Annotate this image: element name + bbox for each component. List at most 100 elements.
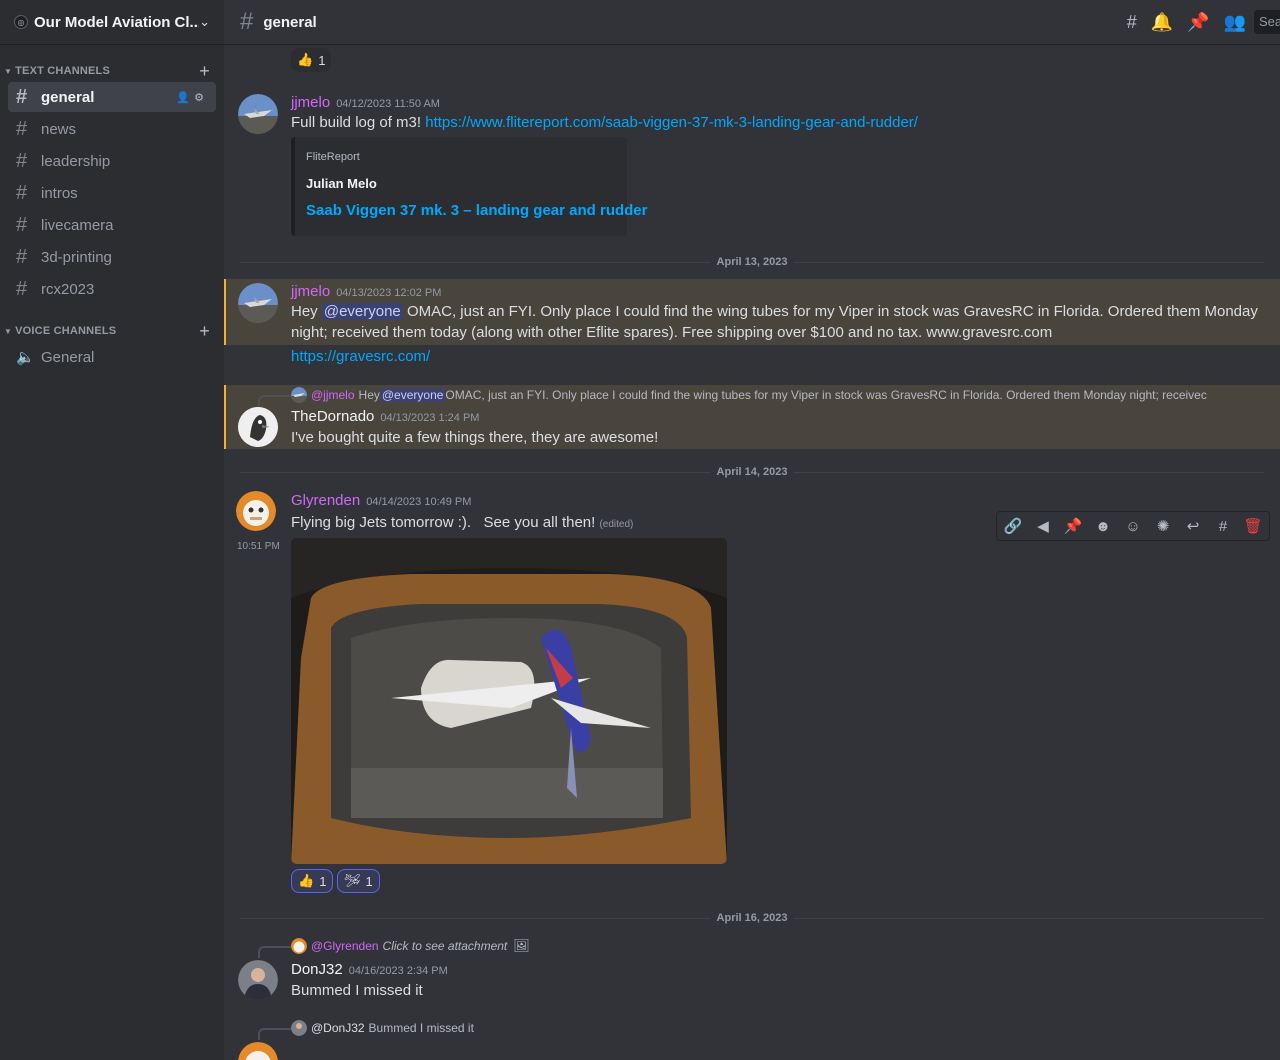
cartoon-avatar-icon: [291, 938, 307, 954]
message-text: Hey: [291, 303, 322, 320]
avatar[interactable]: [238, 407, 278, 447]
person-avatar-icon: [291, 1020, 307, 1036]
pin-icon[interactable]: 📌: [1187, 12, 1209, 33]
reply-preview[interactable]: @DonJ32 Bummed I missed it: [291, 1020, 474, 1036]
reaction-count: 1: [365, 873, 373, 889]
message-list: 👍 1 jjmelo 04/12/2023 11:50 AM Full buil…: [224, 46, 1280, 1060]
category-label: VOICE CHANNELS: [15, 325, 117, 337]
jet-avatar-icon: [238, 94, 278, 134]
category-text-channels[interactable]: ▼ TEXT CHANNELS +: [0, 61, 224, 82]
embed-author: Julian Melo: [306, 176, 377, 191]
date-divider-label: April 13, 2023: [710, 256, 794, 268]
date-divider-label: April 14, 2023: [710, 466, 794, 478]
invite-icon[interactable]: 👤: [176, 92, 194, 104]
timestamp: 04/12/2023 11:50 AM: [336, 98, 440, 110]
server-header[interactable]: ◎ Our Model Aviation Cl... ⌄: [0, 0, 224, 45]
cartoon-avatar-icon: [236, 491, 276, 531]
reply-username[interactable]: @Glyrenden: [311, 939, 379, 953]
channel-rcx2023[interactable]: # rcx2023: [8, 274, 216, 304]
category-voice-channels[interactable]: ▼ VOICE CHANNELS +: [0, 321, 224, 342]
message-text: Bummed I missed it: [291, 982, 423, 999]
members-icon[interactable]: 👥: [1224, 12, 1246, 33]
message-action-toolbar: 🔗 ◀ 📌 ☻ ☺ ✺ ↩ # 🗑: [996, 511, 1270, 541]
channel-livecamera[interactable]: # livecamera: [8, 210, 216, 240]
search-input[interactable]: Sea: [1254, 10, 1280, 34]
message-text: Flying big Jets tomorrow :). See you all…: [291, 514, 600, 531]
embed-title-link[interactable]: Saab Viggen 37 mk. 3 – landing gear and …: [306, 202, 648, 219]
avatar[interactable]: [236, 491, 276, 531]
date-divider: April 13, 2023: [240, 256, 1264, 268]
reply-preview[interactable]: @Glyrenden Click to see attachment 🖼: [291, 938, 530, 954]
jet-avatar-icon: [238, 283, 278, 323]
super-reaction-icon[interactable]: ☺: [1121, 518, 1145, 535]
trash-icon[interactable]: 🗑: [1241, 517, 1265, 535]
reply-text: Hey: [358, 388, 380, 402]
channel-3d-printing[interactable]: #3d-printing: [8, 242, 216, 272]
message-text: Full build log of m3!: [291, 114, 426, 131]
discord-app: ◎ Our Model Aviation Cl... ⌄ ▼ TEXT CHAN…: [0, 0, 1280, 1060]
message-header: jjmelo 04/12/2023 11:50 AM: [291, 94, 440, 111]
add-reaction-icon[interactable]: ☻: [1091, 518, 1115, 535]
channel-intros[interactable]: # intros: [8, 178, 216, 208]
channel-label: leadership: [41, 152, 111, 170]
everyone-mention[interactable]: @everyone: [321, 303, 403, 320]
message-header: jjmelo 04/13/2023 12:02 PM: [291, 283, 441, 300]
jets-in-car-image: [291, 538, 727, 864]
channel-leadership[interactable]: # leadership: [8, 146, 216, 176]
caret-icon: ▼: [4, 326, 13, 336]
avatar[interactable]: [238, 1042, 278, 1060]
message-header: Glyrenden 04/14/2023 10:49 PM: [291, 492, 471, 509]
forward-icon[interactable]: ◀: [1031, 517, 1055, 535]
gear-icon[interactable]: ⚙: [194, 92, 208, 104]
add-channel-icon[interactable]: +: [199, 321, 210, 342]
person-avatar-icon: [238, 960, 278, 1000]
message-text: I've bought quite a few things there, th…: [291, 429, 659, 446]
message-content: Hey @everyone OMAC, just an FYI. Only pl…: [291, 301, 1271, 343]
voice-channel-general[interactable]: 🔈 General: [8, 342, 216, 372]
caret-icon: ▼: [4, 66, 13, 76]
timestamp: 04/16/2023 2:34 PM: [348, 965, 448, 977]
bell-icon[interactable]: 🔔: [1151, 12, 1173, 33]
username[interactable]: TheDornado: [291, 408, 374, 425]
attached-photo[interactable]: [291, 538, 727, 864]
reply-preview[interactable]: @jjmelo Hey @everyone OMAC, just an FYI.…: [291, 387, 1236, 403]
avatar[interactable]: [238, 960, 278, 1000]
reaction-thumbs-up[interactable]: 👍 1: [291, 869, 334, 893]
reply-connector: [258, 395, 291, 407]
username[interactable]: jjmelo: [291, 94, 330, 111]
timestamp: 04/13/2023 1:24 PM: [380, 412, 480, 424]
thumbs-up-icon: 👍: [297, 52, 314, 67]
message-header: DonJ32 04/16/2023 2:34 PM: [291, 961, 448, 978]
message-text: OMAC, just an FYI. Only place I could fi…: [402, 303, 1258, 320]
pin-icon[interactable]: 📌: [1061, 517, 1085, 535]
reaction-thumbs-up[interactable]: 👍 1: [291, 48, 332, 72]
server-icon: ◎: [14, 15, 28, 29]
username[interactable]: DonJ32: [291, 961, 343, 978]
emoji-burst-icon[interactable]: ✺: [1151, 517, 1175, 535]
channel-news[interactable]: # news: [8, 114, 216, 144]
timestamp: 04/14/2023 10:49 PM: [366, 496, 472, 508]
create-thread-icon[interactable]: #: [1211, 518, 1235, 535]
channel-general[interactable]: # general 👤⚙: [8, 82, 216, 112]
avatar[interactable]: [238, 283, 278, 323]
reply-username[interactable]: @DonJ32: [311, 1021, 365, 1035]
message-link[interactable]: https://www.flitereport.com/saab-viggen-…: [425, 114, 918, 131]
bird-avatar-icon: [238, 407, 278, 447]
edited-tag: (edited): [599, 519, 634, 530]
everyone-mention: @everyone: [379, 388, 446, 402]
threads-icon[interactable]: #: [1127, 12, 1137, 33]
message-link[interactable]: https://gravesrc.com/: [291, 346, 430, 367]
avatar[interactable]: [238, 94, 278, 134]
add-channel-icon[interactable]: +: [199, 61, 210, 82]
reply-username[interactable]: @jjmelo: [311, 388, 355, 402]
copy-link-icon[interactable]: 🔗: [1001, 517, 1025, 535]
reaction-jet[interactable]: 🛩 1: [337, 869, 380, 893]
channel-title: general: [263, 13, 317, 31]
username[interactable]: jjmelo: [291, 283, 330, 300]
username[interactable]: Glyrenden: [291, 492, 360, 509]
hash-icon: #: [16, 85, 28, 108]
server-name: Our Model Aviation Cl...: [34, 13, 200, 31]
channel-label: intros: [41, 184, 78, 202]
speaker-icon: 🔈: [16, 349, 35, 366]
reply-icon[interactable]: ↩: [1181, 517, 1205, 535]
